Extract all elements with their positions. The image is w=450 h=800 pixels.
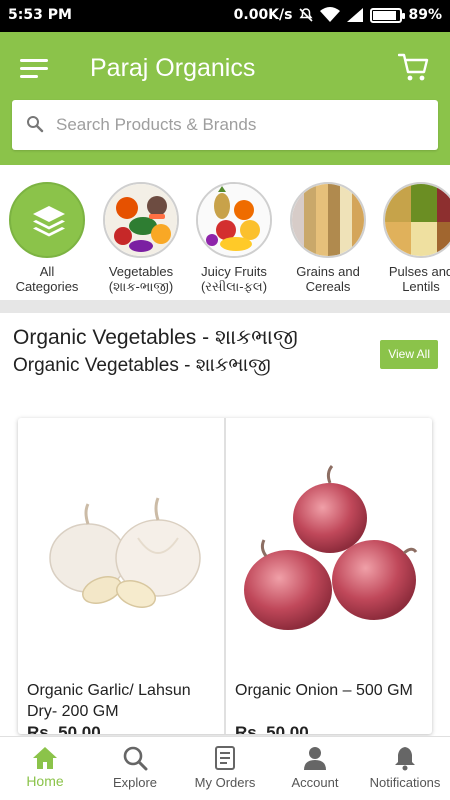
section-title: Organic Vegetables - શાકભાજી [13, 326, 298, 349]
garlic-image [49, 497, 201, 608]
battery-fill [373, 10, 397, 20]
nav-label: Explore [112, 775, 158, 790]
nav-label: Account [291, 775, 339, 790]
battery-icon [370, 7, 406, 23]
product-price: Rs. 50.00 [235, 723, 309, 734]
category-label: Grains and Cereals [296, 264, 360, 294]
product-grid: Organic Garlic/ Lahsun Dry- 200 GM Rs. 5… [18, 418, 432, 734]
orders-icon [215, 746, 235, 770]
product-name: Organic Onion – 500 GM [235, 682, 413, 699]
category-strip: All Categories Vegetables (શાક-ભાજી) Jui… [0, 165, 450, 295]
nav-label: Home [26, 773, 64, 789]
nav-account[interactable]: Account [270, 737, 360, 800]
mute-icon [299, 8, 314, 22]
wifi-icon [320, 7, 341, 22]
pulses-image [383, 182, 450, 258]
product-name: Organic Garlic/ Lahsun Dry- 200 GM [27, 682, 191, 720]
onion-image [244, 465, 418, 630]
search-bar[interactable] [12, 100, 438, 150]
category-label: All Categories [15, 264, 79, 294]
vegetables-image [103, 182, 179, 258]
search-icon [27, 116, 44, 133]
product-card[interactable]: Organic Onion – 500 GM Rs. 50.00 [226, 418, 432, 734]
nav-label: Notifications [369, 775, 441, 790]
fruits-image [196, 182, 272, 258]
product-card[interactable]: Organic Garlic/ Lahsun Dry- 200 GM Rs. 5… [18, 418, 224, 734]
nav-notifications[interactable]: Notifications [360, 737, 450, 800]
view-all-button[interactable]: View All [380, 340, 438, 369]
battery-percent: 89% [408, 7, 442, 23]
cart-icon[interactable] [398, 52, 430, 82]
nav-label: My Orders [194, 775, 256, 790]
category-vegetables[interactable]: Vegetables (શાક-ભાજી) [91, 182, 191, 294]
layers-icon [9, 182, 85, 258]
nav-my-orders[interactable]: My Orders [180, 737, 270, 800]
category-label: Pulses and Lentils [388, 264, 450, 294]
category-juicy-fruits[interactable]: Juicy Fruits (રસીલા-ફલ) [184, 182, 284, 294]
home-icon [33, 747, 57, 769]
nav-explore[interactable]: Explore [90, 737, 180, 800]
category-all[interactable]: All Categories [0, 182, 97, 294]
explore-search-icon [123, 746, 148, 771]
product-price: Rs. 50.00 [27, 723, 101, 734]
app-bar: Paraj Organics [0, 32, 450, 165]
app-title: Paraj Organics [90, 54, 256, 82]
search-input[interactable] [56, 100, 426, 150]
app-root: 5:53 PM 0.00K/s 89% Paraj Organics Searc… [0, 0, 450, 800]
status-right: 0.00K/s 89% [234, 7, 442, 23]
category-label: Vegetables (શાક-ભાજી) [108, 264, 174, 294]
account-icon [304, 747, 326, 770]
category-label: Juicy Fruits (રસીલા-ફલ) [200, 264, 268, 294]
section-subtitle: Organic Vegetables - શાકભાજી [13, 355, 271, 376]
category-grains-cereals[interactable]: Grains and Cereals [278, 182, 378, 294]
status-time: 5:53 PM [8, 7, 72, 23]
bell-icon [395, 747, 415, 771]
section-divider [0, 300, 450, 313]
category-pulses-lentils[interactable]: Pulses and Lentils [371, 182, 450, 294]
grains-image [290, 182, 366, 258]
nav-home[interactable]: Home [0, 737, 90, 800]
hamburger-icon[interactable] [20, 57, 50, 81]
network-speed: 0.00K/s [233, 7, 293, 23]
signal-icon [347, 8, 364, 22]
status-bar: 5:53 PM 0.00K/s 89% [0, 0, 450, 32]
bottom-navigation: Home Explore My Orders Account Notificat… [0, 736, 450, 800]
